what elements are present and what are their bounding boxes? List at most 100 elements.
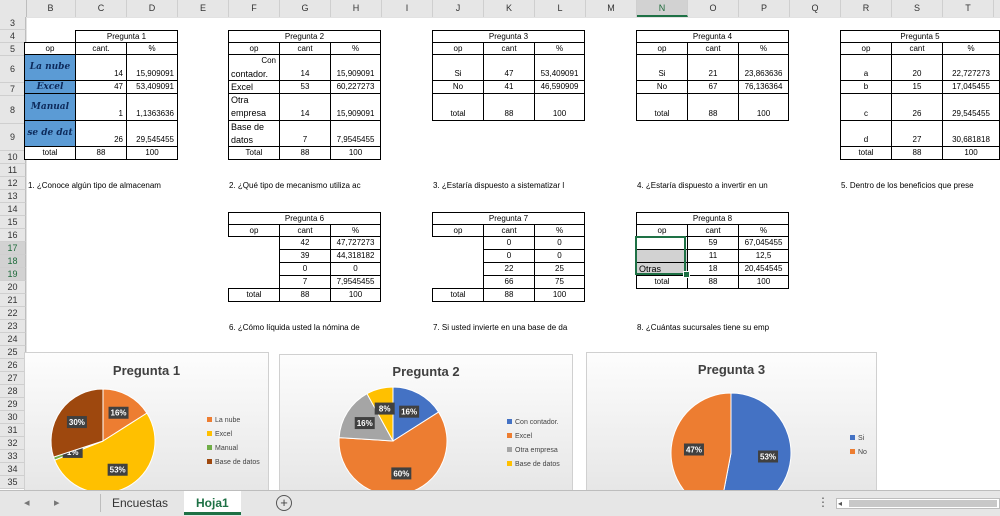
cell[interactable]: No	[432, 80, 484, 94]
row-header-23[interactable]: 23	[0, 320, 26, 333]
column-header-d[interactable]: D	[127, 0, 178, 17]
cell[interactable]: 53,409091	[126, 80, 178, 94]
row-header-6[interactable]: 6	[0, 56, 26, 83]
cell[interactable]: 7	[279, 120, 331, 147]
row-header-18[interactable]: 18	[0, 255, 26, 268]
more-options-icon[interactable]: ⋮	[817, 495, 829, 509]
cell[interactable]: 15,909091	[330, 93, 381, 121]
cell[interactable]: Con contador.	[228, 54, 280, 81]
row-header-28[interactable]: 28	[0, 385, 26, 398]
cell[interactable]: 7,9545455	[330, 275, 381, 289]
column-header-g[interactable]: G	[280, 0, 331, 17]
fill-handle[interactable]	[683, 271, 690, 278]
cell[interactable]: 30,681818	[942, 120, 1000, 147]
cell[interactable]: 100	[738, 275, 789, 289]
row-header-5[interactable]: 5	[0, 43, 26, 56]
question-1-text[interactable]: 1. ¿Conoce algún tipo de almacenam	[28, 181, 179, 190]
row-header-21[interactable]: 21	[0, 294, 26, 307]
column-header-j[interactable]: J	[433, 0, 484, 17]
row-header-32[interactable]: 32	[0, 437, 26, 450]
column-header-f[interactable]: F	[229, 0, 280, 17]
cell[interactable]: 88	[687, 93, 739, 121]
cell[interactable]: 18	[687, 262, 739, 276]
cell[interactable]: 0	[279, 262, 331, 276]
row-header-7[interactable]: 7	[0, 83, 26, 96]
row-header-27[interactable]: 27	[0, 372, 26, 385]
row-header-34[interactable]: 34	[0, 463, 26, 476]
cell[interactable]: total	[432, 288, 484, 302]
row-header-3[interactable]: 3	[0, 17, 26, 30]
cell[interactable]: 17,045455	[942, 80, 1000, 94]
question-5-text[interactable]: 5. Dentro de los beneficios que prese	[841, 181, 1000, 190]
chart-pregunta-2[interactable]: Pregunta 2 16% 60% 16% 8% Con contador. Exce…	[279, 354, 573, 494]
column-header-o[interactable]: O	[688, 0, 739, 17]
question-3-text[interactable]: 3. ¿Estaría dispuesto a sistematizar l	[433, 181, 584, 190]
cell[interactable]: 47	[75, 80, 127, 94]
cell[interactable]: 53,409091	[534, 54, 585, 81]
cell[interactable]: 66	[483, 275, 535, 289]
row-header-30[interactable]: 30	[0, 411, 26, 424]
row-header-35[interactable]: 35	[0, 476, 26, 489]
cell[interactable]: 20	[891, 54, 943, 81]
cell[interactable]: 88	[483, 288, 535, 302]
cell[interactable]: Otras	[636, 262, 688, 276]
column-header-q[interactable]: Q	[790, 0, 841, 17]
cell[interactable]: 75	[534, 275, 585, 289]
cell[interactable]: 29,545455	[942, 93, 1000, 121]
row-header-10[interactable]: 10	[0, 151, 26, 164]
cell[interactable]: Total	[228, 146, 280, 160]
cell[interactable]: 88	[279, 146, 331, 160]
cell[interactable]: 23,863636	[738, 54, 789, 81]
tab-hoja1[interactable]: Hoja1	[184, 491, 241, 515]
cell[interactable]: 0	[330, 262, 381, 276]
cell[interactable]: 7	[279, 275, 331, 289]
cell[interactable]: 47	[483, 54, 535, 81]
cell[interactable]: Si	[636, 54, 688, 81]
row-header-8[interactable]: 8	[0, 96, 26, 124]
cell[interactable]: 59	[687, 236, 739, 250]
row-header-29[interactable]: 29	[0, 398, 26, 411]
cell[interactable]: 0	[534, 249, 585, 263]
row-header-31[interactable]: 31	[0, 424, 26, 437]
row-header-25[interactable]: 25	[0, 346, 26, 359]
cell[interactable]: 44,318182	[330, 249, 381, 263]
cell[interactable]: total	[636, 275, 688, 289]
column-header-k[interactable]: K	[484, 0, 535, 17]
row-header-4[interactable]: 4	[0, 30, 26, 43]
row-header-16[interactable]: 16	[0, 229, 26, 242]
cell[interactable]: 1	[75, 93, 127, 121]
tab-encuestas[interactable]: Encuestas	[100, 491, 180, 515]
cell[interactable]: Otra empresa	[228, 93, 280, 121]
row-header-12[interactable]: 12	[0, 177, 26, 190]
cell[interactable]: 22	[483, 262, 535, 276]
row-header-13[interactable]: 13	[0, 190, 26, 203]
cell[interactable]: 100	[738, 93, 789, 121]
cell[interactable]: 12,5	[738, 249, 789, 263]
pie-slice[interactable]	[670, 392, 732, 493]
row-header-26[interactable]: 26	[0, 359, 26, 372]
cell[interactable]: 15,909091	[126, 54, 178, 81]
cell[interactable]: 14	[279, 93, 331, 121]
row-header-19[interactable]: 19	[0, 268, 26, 281]
cell[interactable]: c	[840, 93, 892, 121]
image-cell-la-nube[interactable]: La nube	[24, 54, 76, 81]
row-header-20[interactable]: 20	[0, 281, 26, 294]
cell[interactable]: 15	[891, 80, 943, 94]
cell[interactable]: 0	[483, 236, 535, 250]
cell[interactable]	[636, 249, 688, 263]
chart-pregunta-1[interactable]: Pregunta 1 16% 53% 1% 30% La nube Excel Manua…	[24, 352, 269, 494]
column-header-s[interactable]: S	[892, 0, 943, 17]
cell[interactable]: 22,727273	[942, 54, 1000, 81]
cell[interactable]: 46,590909	[534, 80, 585, 94]
column-header-b[interactable]: B	[26, 0, 76, 17]
cell[interactable]: 53	[279, 80, 331, 94]
image-cell-manual[interactable]: Manual	[24, 93, 76, 121]
column-header-c[interactable]: C	[76, 0, 127, 17]
cell[interactable]: b	[840, 80, 892, 94]
cell[interactable]: 27	[891, 120, 943, 147]
cell[interactable]: 60,227273	[330, 80, 381, 94]
cell[interactable]: 100	[330, 288, 381, 302]
cell[interactable]: Base de datos	[228, 120, 280, 147]
cell[interactable]: 67	[687, 80, 739, 94]
question-4-text[interactable]: 4. ¿Estaría dispuesto a invertir en un	[637, 181, 788, 190]
